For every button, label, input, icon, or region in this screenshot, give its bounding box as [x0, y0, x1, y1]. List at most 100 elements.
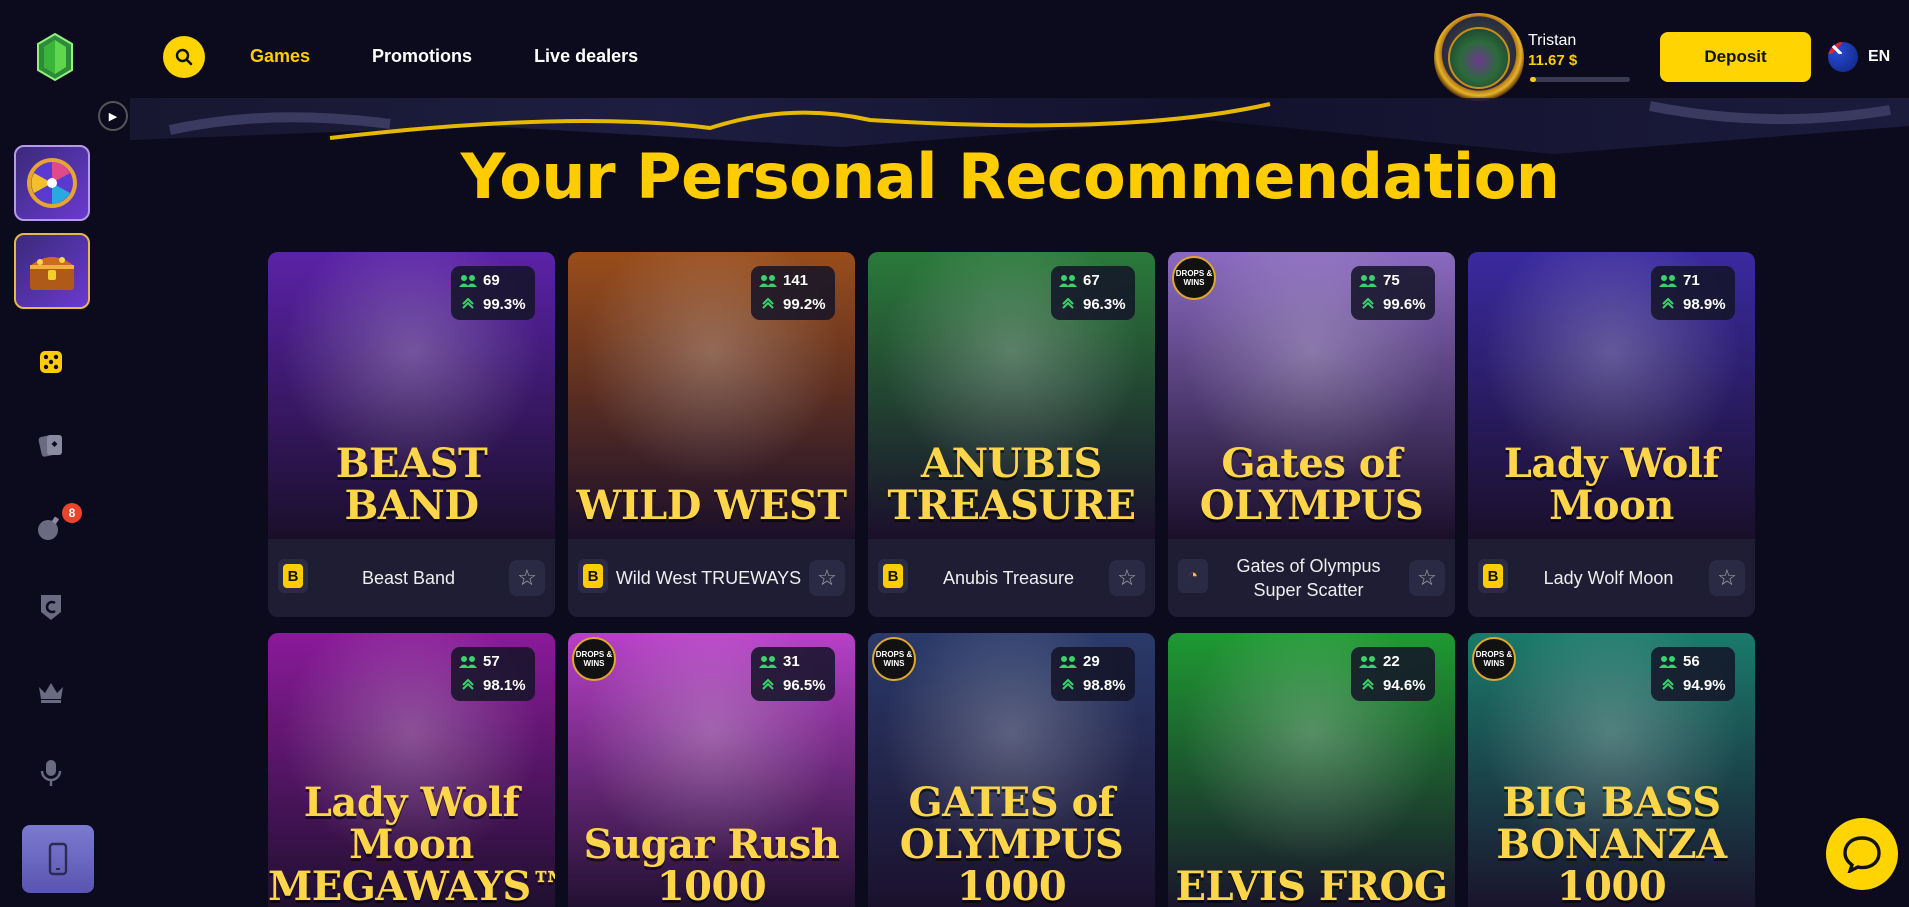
game-name[interactable]: Lady Wolf Moon	[1512, 539, 1705, 617]
game-card[interactable]: Gates of OLYMPUS DROPS & WINS 75 99.6% ◔…	[1168, 252, 1455, 617]
players-icon	[1059, 654, 1077, 670]
game-stats: 56 94.9%	[1651, 647, 1735, 701]
hero-swoosh-decor	[168, 101, 1891, 140]
game-art-title: BEAST BAND	[335, 440, 488, 529]
rtp-icon	[1059, 297, 1077, 313]
game-card[interactable]: ANUBIS TREASURE 67 96.3% B Anubis Treasu…	[868, 252, 1155, 617]
players-icon	[1059, 273, 1077, 289]
game-thumbnail[interactable]: ANUBIS TREASURE 67 96.3%	[868, 252, 1155, 539]
favorite-star-icon[interactable]: ☆	[509, 560, 545, 596]
user-avatar[interactable]	[1434, 13, 1524, 103]
players-count: 57	[483, 653, 500, 670]
players-count: 22	[1383, 653, 1400, 670]
players-count: 56	[1683, 653, 1700, 670]
game-art-title: BIG BASS BONANZA 1000	[1496, 779, 1727, 907]
flag-icon	[1828, 42, 1858, 72]
rtp-icon	[1359, 678, 1377, 694]
rtp-icon	[459, 678, 477, 694]
game-card[interactable]: Lady Wolf Moon 71 98.9% B Lady Wolf Moon…	[1468, 252, 1755, 617]
game-card-footer: ◔ Gates of Olympus Super Scatter ☆	[1168, 539, 1455, 617]
players-count: 141	[783, 272, 809, 289]
rtp-icon	[1659, 297, 1677, 313]
deposit-button[interactable]: Deposit	[1660, 32, 1811, 82]
rtp-value: 98.8%	[1083, 677, 1126, 694]
game-stats: 67 96.3%	[1051, 266, 1135, 320]
game-thumbnail[interactable]: BEAST BAND 69 99.3%	[268, 252, 555, 539]
level-progress-bar	[1530, 77, 1630, 82]
game-art-title: Gates of OLYMPUS	[1199, 440, 1424, 529]
favorite-star-icon[interactable]: ☆	[809, 560, 845, 596]
language-code: EN	[1868, 48, 1891, 65]
cards-icon[interactable]	[36, 430, 66, 460]
play-icon[interactable]: ▶	[98, 101, 128, 131]
nav-games[interactable]: Games	[250, 46, 310, 67]
game-stats: 69 99.3%	[451, 266, 535, 320]
game-thumbnail[interactable]: WILD WEST 141 99.2%	[568, 252, 855, 539]
players-count: 29	[1083, 653, 1100, 670]
user-name: Tristan	[1528, 32, 1577, 49]
game-art-title: Sugar Rush 1000	[583, 821, 840, 907]
game-name[interactable]: Wild West TRUEWAYS	[612, 539, 805, 617]
treasure-chest-icon	[30, 257, 74, 290]
game-card[interactable]: ELVIS FROG 22 94.6%	[1168, 633, 1455, 907]
game-card[interactable]: BEAST BAND 69 99.3% B Beast Band ☆	[268, 252, 555, 617]
game-name[interactable]: Beast Band	[312, 539, 505, 617]
rtp-value: 98.1%	[483, 677, 526, 694]
rtp-icon	[759, 297, 777, 313]
treasure-chest-tile[interactable]	[14, 233, 90, 309]
bomb-icon[interactable]	[36, 512, 66, 542]
rtp-value: 94.9%	[1683, 677, 1726, 694]
game-card[interactable]: Sugar Rush 1000 DROPS & WINS 31 96.5%	[568, 633, 855, 907]
top-header: Games Promotions Live dealers Tristan 11…	[0, 0, 1909, 103]
microphone-icon[interactable]	[36, 758, 66, 788]
players-count: 67	[1083, 272, 1100, 289]
user-balance: 11.67 $	[1528, 52, 1578, 69]
game-stats: 71 98.9%	[1651, 266, 1735, 320]
game-stats: 75 99.6%	[1351, 266, 1435, 320]
game-art-title: GATES of OLYMPUS 1000	[899, 779, 1124, 907]
game-card[interactable]: GATES of OLYMPUS 1000 DROPS & WINS 29 98…	[868, 633, 1155, 907]
language-selector[interactable]: EN	[1828, 42, 1890, 72]
provider-badge: ◔	[1178, 559, 1208, 593]
game-thumbnail[interactable]: Sugar Rush 1000 DROPS & WINS 31 96.5%	[568, 633, 855, 907]
rtp-value: 98.9%	[1683, 296, 1726, 313]
game-art-title: WILD WEST	[576, 482, 847, 529]
game-thumbnail[interactable]: BIG BASS BONANZA 1000 DROPS & WINS 56 94…	[1468, 633, 1755, 907]
site-logo-icon[interactable]	[36, 32, 74, 82]
game-name[interactable]: Gates of Olympus Super Scatter	[1212, 539, 1405, 617]
search-button[interactable]	[163, 36, 205, 78]
game-card-footer: B Anubis Treasure ☆	[868, 539, 1155, 617]
game-card[interactable]: WILD WEST 141 99.2% B Wild West TRUEWAYS…	[568, 252, 855, 617]
rtp-value: 96.3%	[1083, 296, 1126, 313]
live-chat-button[interactable]	[1826, 818, 1898, 890]
nav-promotions[interactable]: Promotions	[372, 46, 472, 67]
favorite-star-icon[interactable]: ☆	[1409, 560, 1445, 596]
players-count: 31	[783, 653, 800, 670]
game-card[interactable]: BIG BASS BONANZA 1000 DROPS & WINS 56 94…	[1468, 633, 1755, 907]
game-thumbnail[interactable]: Lady Wolf Moon MEGAWAYS™ 57 98.1%	[268, 633, 555, 907]
shield-icon[interactable]	[36, 592, 66, 622]
nav-live-dealers[interactable]: Live dealers	[534, 46, 638, 67]
avatar-image	[1448, 27, 1510, 89]
favorite-star-icon[interactable]: ☆	[1709, 560, 1745, 596]
game-thumbnail[interactable]: GATES of OLYMPUS 1000 DROPS & WINS 29 98…	[868, 633, 1155, 907]
crown-icon[interactable]	[36, 677, 66, 707]
provider-badge: B	[278, 559, 308, 593]
casino-app: Games Promotions Live dealers Tristan 11…	[0, 0, 1909, 907]
dice-icon[interactable]	[36, 347, 66, 377]
provider-pragmatic-icon: ◔	[1187, 566, 1199, 585]
favorite-star-icon[interactable]: ☆	[1109, 560, 1145, 596]
game-art-title: ANUBIS TREASURE	[887, 440, 1136, 529]
game-card[interactable]: Lady Wolf Moon MEGAWAYS™ 57 98.1%	[268, 633, 555, 907]
game-thumbnail[interactable]: ELVIS FROG 22 94.6%	[1168, 633, 1455, 907]
game-art-title: Lady Wolf Moon	[1503, 440, 1720, 529]
players-icon	[1359, 654, 1377, 670]
mobile-app-button[interactable]	[22, 825, 94, 893]
players-icon	[459, 654, 477, 670]
search-icon	[175, 48, 193, 66]
game-thumbnail[interactable]: Gates of OLYMPUS DROPS & WINS 75 99.6%	[1168, 252, 1455, 539]
game-card-footer: B Lady Wolf Moon ☆	[1468, 539, 1755, 617]
rtp-value: 94.6%	[1383, 677, 1426, 694]
game-thumbnail[interactable]: Lady Wolf Moon 71 98.9%	[1468, 252, 1755, 539]
game-name[interactable]: Anubis Treasure	[912, 539, 1105, 617]
